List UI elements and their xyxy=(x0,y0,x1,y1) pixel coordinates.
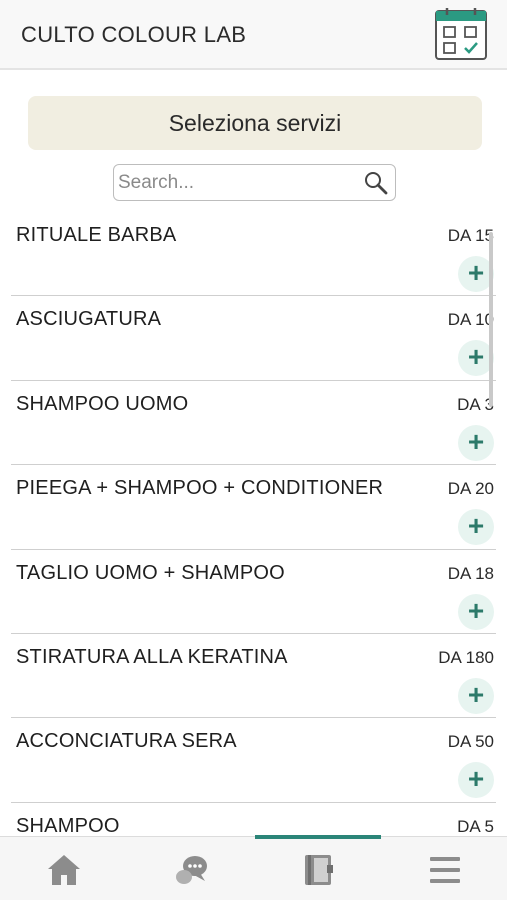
service-price: DA 50 xyxy=(447,732,494,752)
menu-icon xyxy=(430,857,460,883)
search-icon[interactable] xyxy=(363,170,389,196)
tab-menu[interactable] xyxy=(381,837,507,900)
add-service-button[interactable]: + xyxy=(458,593,494,630)
service-price: DA 180 xyxy=(438,647,494,667)
book-icon xyxy=(305,855,333,885)
service-name: STIRATURA ALLA KERATINA xyxy=(16,645,288,668)
calendar-check-icon[interactable] xyxy=(434,7,488,61)
services-list: RITUALE BARBA DA 15 + ASCIUGATURA DA 10 … xyxy=(0,212,507,836)
service-name: ASCIUGATURA xyxy=(16,308,162,331)
service-item[interactable]: SHAMPOO UOMO DA 3 + xyxy=(11,381,496,466)
list-scrollbar[interactable] xyxy=(489,232,493,407)
add-service-button[interactable]: + xyxy=(458,424,494,461)
service-price: DA 15 xyxy=(447,226,494,245)
select-services-button[interactable]: Seleziona servizi xyxy=(28,96,482,150)
home-icon xyxy=(48,855,80,885)
search-box xyxy=(113,164,396,201)
service-item[interactable]: STIRATURA ALLA KERATINA DA 180 + xyxy=(11,634,496,719)
service-item[interactable]: PIEEGA + SHAMPOO + CONDITIONER DA 20 + xyxy=(11,465,496,550)
service-item[interactable]: SHAMPOO DA 5 + xyxy=(11,803,496,836)
service-name: TAGLIO UOMO + SHAMPOO xyxy=(16,561,285,584)
service-price: DA 10 xyxy=(447,310,494,330)
service-name: SHAMPOO xyxy=(16,814,120,836)
service-price: DA 18 xyxy=(447,563,494,583)
service-item[interactable]: ACCONCIATURA SERA DA 50 + xyxy=(11,718,496,803)
service-name: ACCONCIATURA SERA xyxy=(16,730,237,753)
service-price: DA 20 xyxy=(447,479,494,499)
app-title: CULTO COLOUR LAB xyxy=(21,22,247,47)
service-name: PIEEGA + SHAMPOO + CONDITIONER xyxy=(16,477,384,500)
service-name: RITUALE BARBA xyxy=(16,224,177,246)
search-input[interactable] xyxy=(118,168,358,198)
tab-home[interactable] xyxy=(0,837,126,900)
tab-chat[interactable] xyxy=(127,837,253,900)
service-item[interactable]: ASCIUGATURA DA 10 + xyxy=(11,296,496,381)
add-service-button[interactable]: + xyxy=(458,509,494,546)
service-item[interactable]: RITUALE BARBA DA 15 + xyxy=(11,212,496,297)
service-name: SHAMPOO UOMO xyxy=(16,392,189,415)
app-header: CULTO COLOUR LAB xyxy=(0,0,507,70)
chat-icon xyxy=(176,856,207,884)
bottom-tab-bar xyxy=(0,835,507,900)
service-price: DA 5 xyxy=(457,816,494,836)
add-service-button[interactable]: + xyxy=(458,762,494,799)
add-service-button[interactable]: + xyxy=(458,677,494,714)
service-item[interactable]: TAGLIO UOMO + SHAMPOO DA 18 + xyxy=(11,550,496,634)
tab-book[interactable] xyxy=(254,837,380,900)
